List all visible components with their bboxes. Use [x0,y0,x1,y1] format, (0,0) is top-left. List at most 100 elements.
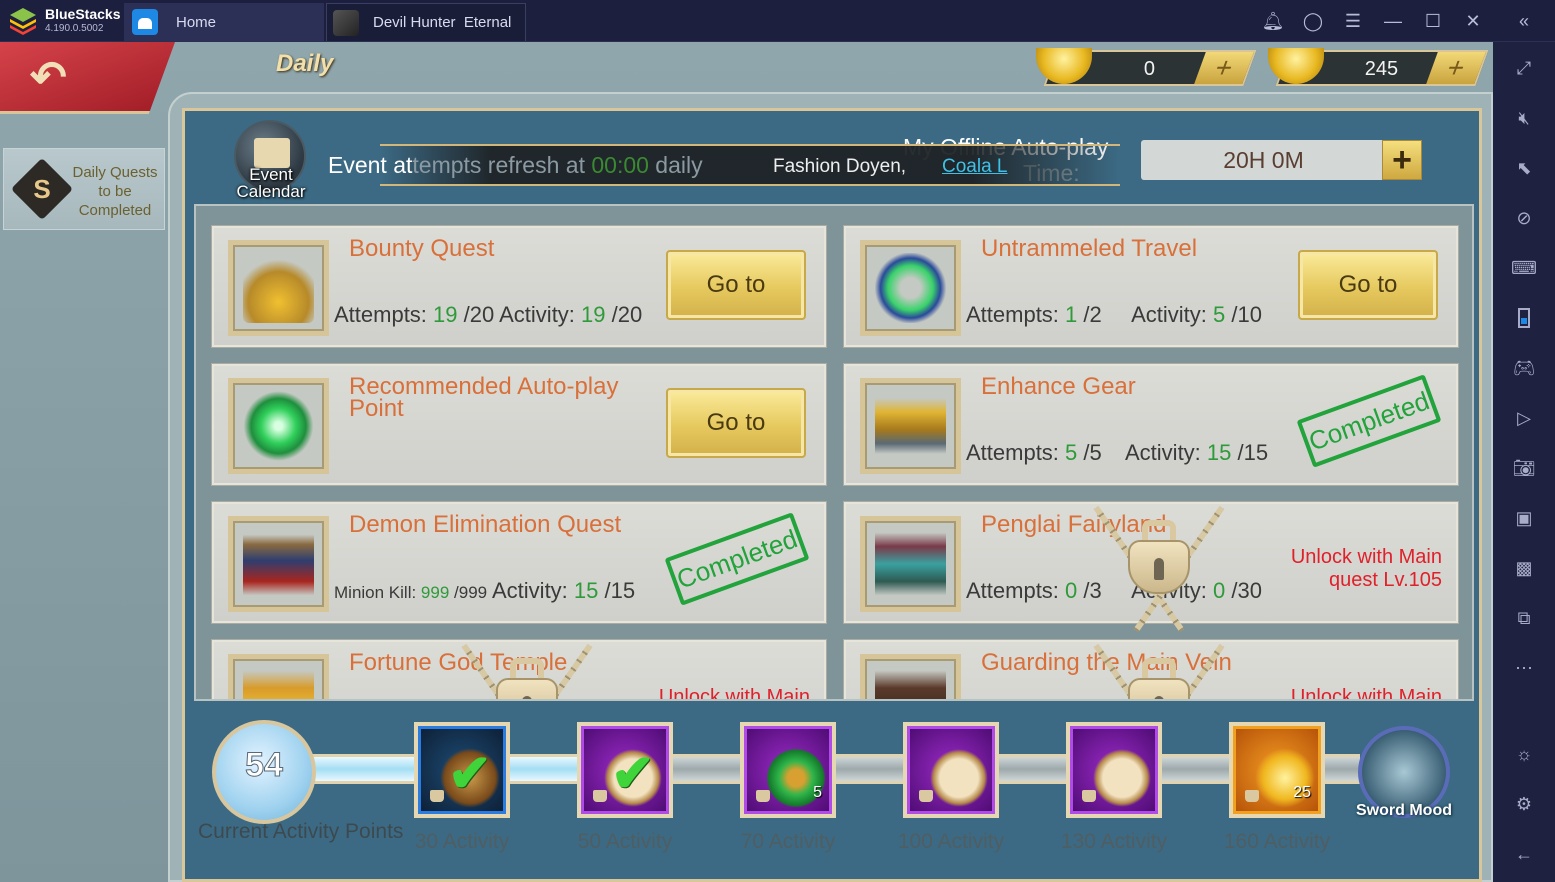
quest-card-untrammeled-travel: Untrammeled Travel Attempts: 1 /2 Activi… [844,226,1458,347]
keyboard-icon[interactable]: ⌨ [1493,250,1555,286]
mute-icon[interactable]: 🔇︎ [1493,100,1555,136]
pocket-watch-icon [929,748,989,808]
menu-icon[interactable]: ☰ [1333,0,1373,42]
gamepad-icon[interactable]: 🎮︎ [1493,350,1555,386]
bell-icon[interactable]: 🔔︎ [1253,0,1293,42]
whale-icon [875,253,946,323]
reward-frame: ✔ [414,722,510,818]
close-icon[interactable]: ✕ [1453,0,1493,42]
app-name: BlueStacks [45,6,121,22]
temple-gold-icon [243,667,314,699]
title-bar: BlueStacks 4.190.0.5002 Home Devil Hunte… [0,0,1555,42]
account-icon[interactable]: ◯ [1293,0,1333,42]
quest-card-demon-elimination: Demon Elimination Quest Minion Kill: 999… [212,502,826,623]
camera-icon[interactable]: 📷︎ [1493,450,1555,486]
refresh-mid: tempts refresh at [412,152,592,178]
bound-lock-icon [593,790,607,802]
bound-lock-icon [1082,790,1096,802]
floating-island-icon [875,529,946,599]
banner-player-link[interactable]: Coala L [942,156,1008,178]
quest-name: Demon Elimination Quest [349,511,622,538]
macro-icon[interactable]: ▷ [1493,400,1555,436]
bound-lock-icon [919,790,933,802]
quest-icon-frame [228,240,329,336]
app-version: 4.190.0.5002 [45,23,104,34]
pointer-lock-icon[interactable]: ⬉ [1493,150,1555,186]
quest-icon-frame [860,378,961,474]
tab-home[interactable]: Home [124,3,324,41]
reward-threshold-label: 50 Activity [577,830,673,853]
sidebar-item-label: Daily Quests to be Completed [72,164,158,219]
reward-quantity: 5 [813,784,822,801]
claimed-check-icon: ✔ [611,745,655,803]
quest-icon-frame [228,378,329,474]
minimize-icon[interactable]: — [1373,0,1413,42]
back-button[interactable]: ↶ [0,42,175,114]
activity-reward-6[interactable]: 25 [1225,714,1329,826]
reward-frame [903,722,999,818]
quest-icon-frame [228,654,329,699]
offline-time-value: 20H 0M [1141,140,1386,180]
reward-frame: 5 [740,722,836,818]
refresh-time: 00:00 [591,152,649,178]
activity-reward-3[interactable]: 5 [736,714,840,826]
activity-reward-2[interactable]: ✔ [573,714,677,826]
maximize-icon[interactable]: ☐ [1413,0,1453,42]
tab-game-label: Devil Hunter Eternal [373,14,512,31]
event-calendar-label: Event Calendar [236,165,306,201]
claimed-check-icon: ✔ [448,745,492,803]
back-arrow-icon[interactable]: ← [1493,836,1555,872]
reward-threshold-label: 130 Activity [1060,830,1168,853]
refresh-notice: Event attempts refresh at 00:00 daily [328,152,703,179]
exp-orb-icon [243,391,314,461]
quest-stats: Minion Kill: 999 /999 Activity: 15 /15 [334,578,636,603]
more-icon[interactable]: ⋯ [1493,650,1555,686]
activity-reward-4[interactable] [899,714,1003,826]
banner-text: Fashion Doyen, [773,156,907,177]
quest-name: Untrammeled Travel [981,235,1198,262]
quest-name: Bounty Quest [349,235,495,262]
quest-list[interactable]: Bounty Quest Attempts: 19 /20 Activity: … [194,204,1474,701]
daily-quest-icon [10,157,74,221]
add-bound-gold-button[interactable]: + [1426,52,1486,84]
tab-devil-hunter[interactable]: Devil Hunter Eternal [326,3,526,41]
right-sidebar: ⤢ 🔇︎ ⬉ ⊘ ⌨ 🎮︎ ▷ 📷︎ ▣ ▩ ⧉ ⋯ ☼ ⚙ ← [1493,42,1555,882]
sidebar-item-daily-quests[interactable]: Daily Quests to be Completed [3,148,165,230]
eye-off-icon[interactable]: ⊘ [1493,200,1555,236]
goto-button[interactable]: Go to [666,250,806,320]
reward-threshold-label: 70 Activity [740,830,836,853]
settings-icon[interactable]: ⚙ [1493,786,1555,822]
goto-button[interactable]: Go to [666,388,806,458]
portrait-icon[interactable] [1493,300,1555,336]
record-icon[interactable]: ▣ [1493,500,1555,536]
unlock-requirement: Unlock with Main [658,686,810,701]
refresh-suffix: daily [648,152,703,178]
sword-mood-label: Sword Mood [1356,802,1452,819]
bound-lock-icon [430,790,444,802]
quest-stats: Attempts: 1 /2 Activity: 5 /10 [966,302,1262,327]
lock-icon [1128,658,1190,699]
bluestacks-logo-icon [10,8,36,35]
multi-instance-icon[interactable]: ⧉ [1493,600,1555,636]
quest-card-fortune-god-temple: Fortune God Temple Unlock with Main [212,640,826,701]
collapse-sidebar-icon[interactable]: « [1493,0,1555,42]
activity-reward-1[interactable]: ✔ [410,714,514,826]
quest-stats: Attempts: 5 /5 Activity: 15 /15 [966,440,1269,465]
quest-name: Recommended Auto-play Point [349,373,619,422]
unlock-requirement: Unlock with Main [1290,686,1442,701]
quest-card-guarding-main-vein: Guarding the Main Vein Unlock with Main [844,640,1458,701]
activity-reward-5[interactable] [1062,714,1166,826]
quest-card-enhance-gear: Enhance Gear Attempts: 5 /5 Activity: 15… [844,364,1458,485]
media-folder-icon[interactable]: ▩ [1493,550,1555,586]
brightness-icon[interactable]: ☼ [1493,736,1555,772]
gold-value: 0 [1143,58,1156,80]
back-arrow-icon: ↶ [30,53,67,102]
add-offline-time-button[interactable]: + [1382,140,1422,180]
reward-threshold-label: 160 Activity [1223,830,1331,853]
fullscreen-icon[interactable]: ⤢ [1493,50,1555,86]
add-gold-button[interactable]: + [1194,52,1254,84]
pocket-watch-icon [1092,748,1152,808]
current-activity-label: Current Activity Points [198,820,404,843]
completed-stamp: Completed [664,512,810,606]
goto-button[interactable]: Go to [1298,250,1438,320]
